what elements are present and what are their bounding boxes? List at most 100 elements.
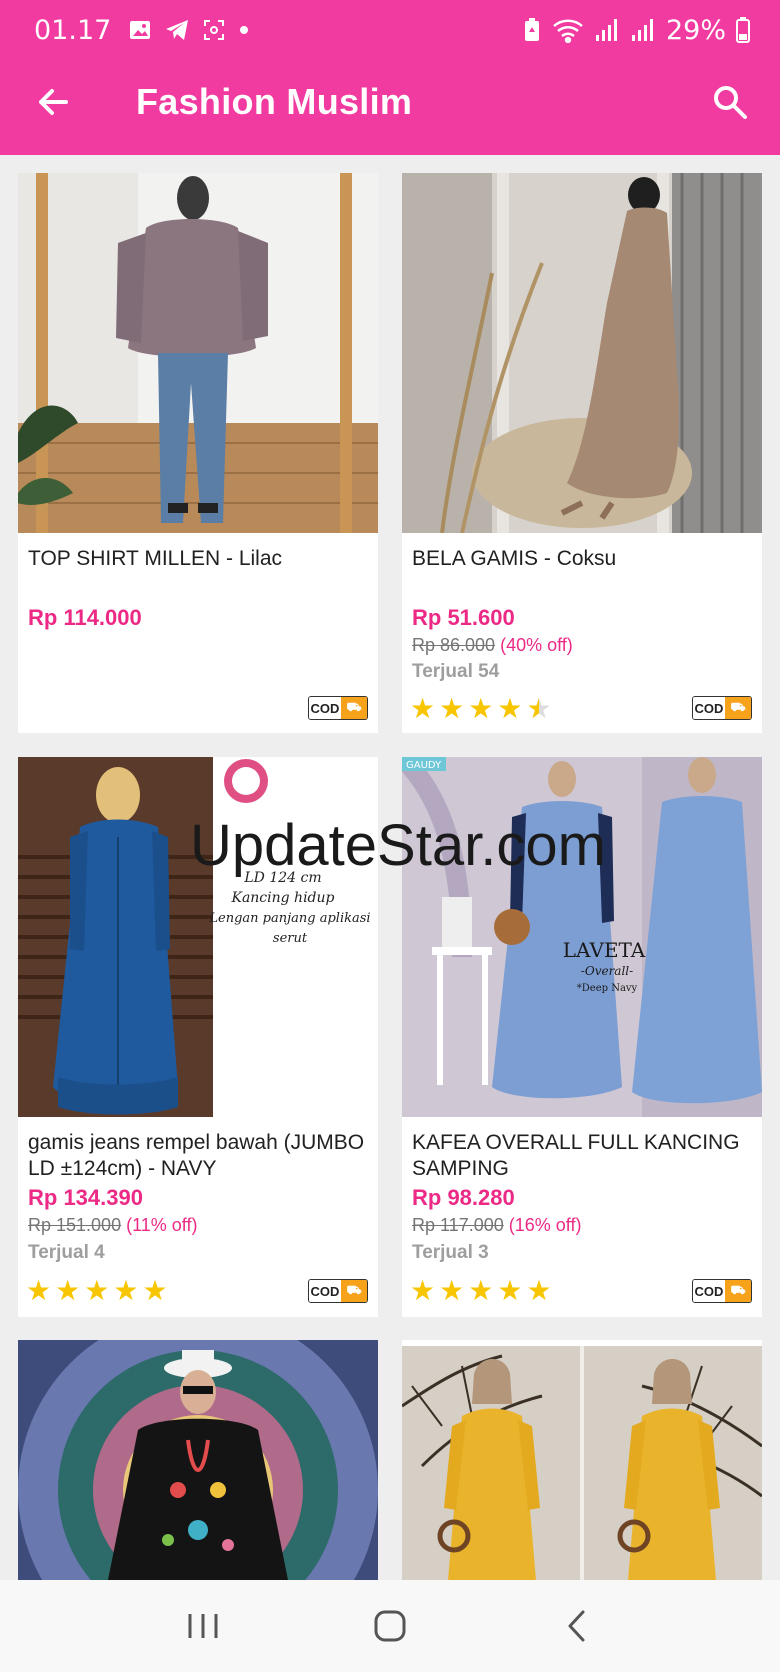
nav-back-button[interactable] xyxy=(547,1596,607,1656)
original-price-row: Rp 117.000 (16% off) xyxy=(412,1215,581,1236)
toolbar: Fashion Muslim xyxy=(0,64,780,140)
star-icon: ★ xyxy=(410,693,436,724)
star-icon: ★ xyxy=(497,1275,523,1306)
star-icon: ★ xyxy=(468,1275,494,1306)
signal-icon xyxy=(631,19,653,41)
home-icon xyxy=(374,1610,406,1642)
star-icon: ★ xyxy=(439,1275,465,1306)
arrow-left-icon xyxy=(39,89,68,115)
product-photo: GAUDY LAVETA -Overall- *Deep Navy xyxy=(402,757,762,1117)
home-button[interactable] xyxy=(360,1596,420,1656)
sold-count: Terjual 3 xyxy=(412,1242,489,1263)
product-photo: LD 124 cm Kancing hidup Lengan panjang a… xyxy=(18,757,378,1117)
rating-stars: ★ ★ ★ ★ ★ xyxy=(26,1277,168,1305)
discount-label: (40% off) xyxy=(500,635,573,655)
status-time: 01.17 xyxy=(34,14,112,46)
original-price: Rp 86.000 xyxy=(412,635,496,655)
signal-icon xyxy=(595,19,617,41)
original-price: Rp 117.000 xyxy=(412,1215,504,1235)
image-text: *Deep Navy xyxy=(577,983,638,994)
app-bar: 01.17 29% Fashion Muslim xyxy=(0,0,780,155)
cod-badge: COD ⛟ xyxy=(308,1279,368,1303)
image-text: LD 124 cm xyxy=(243,870,321,886)
image-text: -Overall- xyxy=(581,964,633,978)
cod-label: COD xyxy=(309,697,341,719)
product-price: Rp 114.000 xyxy=(28,605,142,630)
screenshot-icon xyxy=(204,20,225,40)
battery-icon xyxy=(736,17,750,43)
product-image[interactable] xyxy=(18,173,378,533)
sold-count: Terjual 4 xyxy=(28,1242,105,1263)
image-text: serut xyxy=(273,931,308,946)
product-image[interactable] xyxy=(402,173,762,533)
rating-stars: ★ ★ ★ ★ ★ xyxy=(410,1277,552,1305)
product-name: BELA GAMIS - Coksu xyxy=(412,547,617,570)
system-nav-bar xyxy=(0,1580,780,1672)
product-price: Rp 134.390 xyxy=(28,1185,143,1210)
product-price: Rp 98.280 xyxy=(412,1185,515,1210)
recents-button[interactable] xyxy=(173,1596,233,1656)
dot-icon xyxy=(240,26,249,34)
discount-label: (16% off) xyxy=(508,1215,582,1235)
product-name: KAFEA OVERALL FULL KANCING SAMPING xyxy=(412,1131,740,1180)
delivery-truck-icon: ⛟ xyxy=(341,1280,367,1302)
cod-badge: COD ⛟ xyxy=(692,696,752,720)
wifi-icon xyxy=(553,19,583,43)
star-icon: ★ xyxy=(26,1275,52,1306)
image-text: Lengan panjang aplikasi xyxy=(208,911,370,926)
product-card[interactable]: LD 124 cm Kancing hidup Lengan panjang a… xyxy=(18,757,378,1317)
cod-label: COD xyxy=(693,697,725,719)
star-icon: ★ xyxy=(84,1275,110,1306)
image-text: GAUDY xyxy=(406,760,442,771)
back-button[interactable] xyxy=(25,74,81,130)
delivery-truck-icon: ⛟ xyxy=(341,697,367,719)
original-price-row: Rp 86.000 (40% off) xyxy=(412,635,573,656)
cod-label: COD xyxy=(309,1280,341,1302)
star-icon: ★ xyxy=(468,693,494,724)
product-card[interactable]: GAUDY LAVETA -Overall- *Deep Navy KAFEA … xyxy=(402,757,762,1317)
original-price: Rp 151.000 xyxy=(28,1215,122,1235)
battery-saver-icon xyxy=(524,18,539,41)
product-card[interactable]: BELA GAMIS - Coksu Rp 51.600 Rp 86.000 (… xyxy=(402,173,762,733)
search-icon xyxy=(714,86,747,119)
rating-stars: ★ ★ ★ ★ ★ xyxy=(410,693,552,724)
status-bar: 01.17 29% xyxy=(0,0,780,60)
product-name: gamis jeans rempel bawah (JUMBO LD ±124c… xyxy=(28,1131,365,1180)
star-icon: ★ xyxy=(113,1275,139,1306)
product-card[interactable]: TOP SHIRT MILLEN - Lilac Rp 114.000 COD … xyxy=(18,173,378,733)
product-photo xyxy=(402,1346,762,1580)
product-photo xyxy=(402,173,762,533)
sold-count: Terjual 54 xyxy=(412,661,500,682)
star-icon: ★ xyxy=(142,1275,168,1306)
page-title: Fashion Muslim xyxy=(136,81,413,122)
discount-label: (11% off) xyxy=(126,1215,198,1235)
battery-percent: 29% xyxy=(665,14,726,46)
search-button[interactable] xyxy=(702,74,758,130)
back-icon xyxy=(568,1610,585,1642)
star-icon: ★ xyxy=(497,693,523,724)
original-price-row: Rp 151.000 (11% off) xyxy=(28,1215,197,1236)
product-image[interactable] xyxy=(402,1346,762,1580)
product-photo xyxy=(18,1340,378,1580)
star-icon: ★ xyxy=(439,693,465,724)
cod-badge: COD ⛟ xyxy=(308,696,368,720)
product-card[interactable] xyxy=(402,1340,762,1580)
delivery-truck-icon: ⛟ xyxy=(725,697,751,719)
half-star-icon: ★ xyxy=(526,695,551,724)
image-text: LAVETA xyxy=(563,938,646,962)
cod-label: COD xyxy=(693,1280,725,1302)
product-image[interactable] xyxy=(18,1340,378,1580)
product-card[interactable] xyxy=(18,1340,378,1580)
star-icon: ★ xyxy=(526,1275,552,1306)
star-icon: ★ xyxy=(410,1275,436,1306)
product-image[interactable]: GAUDY LAVETA -Overall- *Deep Navy xyxy=(402,757,762,1117)
cod-badge: COD ⛟ xyxy=(692,1279,752,1303)
product-name: TOP SHIRT MILLEN - Lilac xyxy=(28,547,283,570)
product-image[interactable]: LD 124 cm Kancing hidup Lengan panjang a… xyxy=(18,757,378,1117)
telegram-icon xyxy=(166,20,189,40)
recents-icon xyxy=(188,1614,218,1638)
product-price: Rp 51.600 xyxy=(412,605,515,630)
gallery-icon xyxy=(130,21,151,39)
star-icon: ★ xyxy=(55,1275,81,1306)
delivery-truck-icon: ⛟ xyxy=(725,1280,751,1302)
